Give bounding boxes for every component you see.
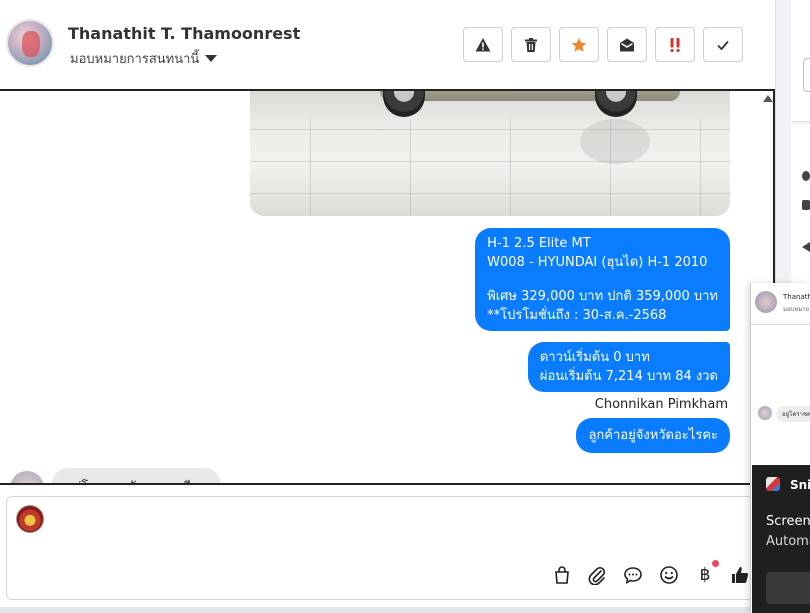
sender-name: Chonnikan Pimkham	[594, 397, 728, 412]
check-icon	[717, 40, 729, 50]
info-icon	[802, 171, 810, 181]
trash-icon	[525, 37, 537, 52]
contact-name[interactable]: Thanathit T. Thamoonrest	[68, 24, 300, 43]
mark-unread-button[interactable]	[607, 27, 647, 62]
contact-avatar[interactable]	[10, 471, 44, 483]
paperclip-icon[interactable]	[587, 565, 607, 585]
float-contact-name: Thanathit	[783, 293, 810, 301]
message-list[interactable]: H-1 2.5 Elite MT W008 - HYUNDAI (ฮุนได) …	[0, 89, 775, 485]
toast-subtext: Automa	[766, 534, 810, 549]
outgoing-message[interactable]: ดาวน์เริ่มต้น 0 บาท ผ่อนเริ่มต้น 7,214 บ…	[527, 342, 730, 392]
delete-button[interactable]	[511, 27, 551, 62]
car-image-attachment[interactable]	[250, 91, 730, 216]
important-button[interactable]	[655, 27, 695, 62]
toast-title: Snip	[790, 478, 810, 492]
snipping-tool-icon	[766, 477, 780, 491]
contact-avatar	[755, 291, 777, 313]
warning-icon	[475, 37, 491, 51]
contact-avatar[interactable]	[6, 19, 54, 67]
outgoing-message[interactable]: H-1 2.5 Elite MT W008 - HYUNDAI (ฮุนได) …	[475, 228, 730, 331]
notification-dot	[712, 560, 719, 567]
chevron-down-icon	[205, 55, 218, 62]
message-composer[interactable]: ฿	[6, 496, 771, 600]
incoming-message[interactable]: อยู่โคราชครับ แถวๆ สีดา	[52, 468, 221, 483]
double-exclamation-icon	[670, 37, 680, 52]
outgoing-message[interactable]: ลูกค้าอยู่จังหวัดอะไรคะ	[576, 418, 730, 453]
toast-text: Screens	[766, 514, 810, 529]
page-avatar	[16, 505, 44, 533]
assign-conversation-dropdown[interactable]: มอบหมายการสนทนานี้	[70, 48, 218, 69]
message-text: ลูกค้าอยู่จังหวัดอะไรคะ	[588, 428, 718, 443]
message-text: ผ่อนเริ่มต้น 7,214 บาท 84 งวด	[539, 369, 718, 384]
contact-avatar	[758, 406, 772, 420]
conversation-panel: Thanathit T. Thamoonrest มอบหมายการสนทนา…	[0, 0, 775, 613]
scroll-up-arrow-icon[interactable]	[763, 95, 773, 102]
star-button[interactable]	[559, 27, 599, 62]
envelope-open-icon	[620, 38, 634, 51]
baht-icon[interactable]: ฿	[695, 565, 715, 585]
star-icon	[571, 37, 587, 52]
assign-label: มอบหมายการสนทนานี้	[70, 52, 200, 67]
message-text: W008 - HYUNDAI (ฮุนได) H-1 2010	[487, 255, 708, 270]
info-input[interactable]	[803, 58, 810, 92]
float-assign-label: มอบหมาย	[783, 306, 810, 313]
thumbs-up-icon[interactable]	[730, 565, 750, 585]
message-text: ดาวน์เริ่มต้น 0 บาท	[539, 350, 650, 365]
done-button[interactable]	[703, 27, 743, 62]
info-icon	[802, 200, 810, 210]
message-text: **โปรโมชั่นถึง : 30-ส.ค.-2568	[487, 308, 667, 323]
shopping-bag-icon[interactable]	[552, 565, 572, 585]
message-text: พิเศษ 329,000 บาท ปกติ 359,000 บาท	[487, 289, 718, 304]
chat-bubble-icon[interactable]	[623, 565, 643, 585]
spam-button[interactable]	[463, 27, 503, 62]
float-message: อยู่โคราชค	[776, 406, 810, 422]
toast-action-button[interactable]	[766, 572, 810, 604]
conversation-header: Thanathit T. Thamoonrest มอบหมายการสนทนา…	[0, 0, 775, 90]
message-text: H-1 2.5 Elite MT	[487, 236, 591, 251]
snip-notification-toast[interactable]: Snip Screens Automa	[752, 465, 810, 613]
smiley-icon[interactable]	[659, 565, 679, 585]
